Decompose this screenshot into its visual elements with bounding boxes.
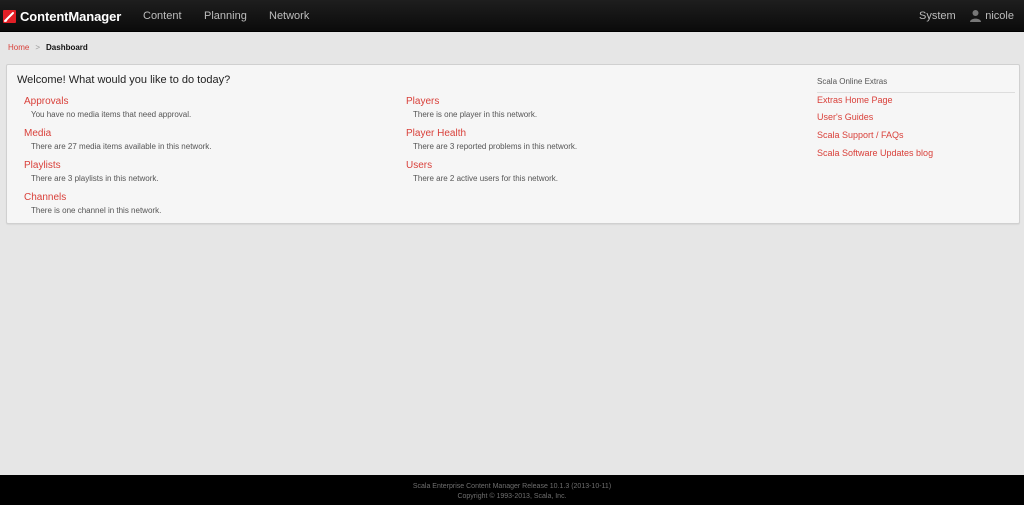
- welcome-heading: Welcome! What would you like to do today…: [17, 74, 231, 86]
- dashboard-item-approvals: Approvals You have no media items that n…: [24, 96, 191, 119]
- footer-copyright: Copyright © 1993-2013, Scala, Inc.: [457, 493, 567, 500]
- players-link[interactable]: Players: [406, 96, 537, 107]
- channels-description: There is one channel in this network.: [31, 206, 162, 215]
- user-icon: [969, 9, 982, 22]
- app-logo[interactable]: ContentManager: [3, 7, 121, 25]
- nav-system[interactable]: System: [919, 10, 956, 22]
- playlists-description: There are 3 playlists in this network.: [31, 174, 159, 183]
- footer: Scala Enterprise Content Manager Release…: [0, 475, 1024, 505]
- player-health-link[interactable]: Player Health: [406, 128, 577, 139]
- players-description: There is one player in this network.: [413, 110, 538, 119]
- nav-network[interactable]: Network: [269, 10, 309, 22]
- dashboard-item-media: Media There are 27 media items available…: [24, 128, 212, 151]
- breadcrumb: Home > Dashboard: [8, 43, 88, 52]
- footer-release: Scala Enterprise Content Manager Release…: [412, 483, 612, 490]
- support-faqs-link[interactable]: Scala Support / FAQs: [817, 130, 904, 140]
- breadcrumb-separator: >: [35, 43, 41, 52]
- breadcrumb-home-link[interactable]: Home: [8, 43, 29, 52]
- users-guides-link[interactable]: User's Guides: [817, 112, 873, 122]
- dashboard-panel: Welcome! What would you like to do today…: [6, 64, 1020, 224]
- users-link[interactable]: Users: [406, 160, 558, 171]
- dashboard-item-player-health: Player Health There are 3 reported probl…: [406, 128, 577, 151]
- media-description: There are 27 media items available in th…: [31, 142, 212, 151]
- username: nicole: [985, 9, 1014, 22]
- playlists-link[interactable]: Playlists: [24, 160, 159, 171]
- channels-link[interactable]: Channels: [24, 192, 161, 203]
- scala-logo-icon: [3, 9, 16, 23]
- app-title: ContentManager: [20, 8, 122, 24]
- dashboard-item-playlists: Playlists There are 3 playlists in this …: [24, 160, 159, 183]
- breadcrumb-current: Dashboard: [46, 43, 88, 52]
- dashboard-item-users: Users There are 2 active users for this …: [406, 160, 558, 183]
- dashboard-item-players: Players There is one player in this netw…: [406, 96, 537, 119]
- nav-content[interactable]: Content: [143, 10, 182, 22]
- extras-heading: Scala Online Extras: [817, 77, 1015, 93]
- users-description: There are 2 active users for this networ…: [413, 174, 558, 183]
- player-health-description: There are 3 reported problems in this ne…: [413, 142, 578, 151]
- extras-home-page-link[interactable]: Extras Home Page: [817, 95, 893, 105]
- approvals-link[interactable]: Approvals: [24, 96, 191, 107]
- user-menu[interactable]: nicole: [969, 9, 1014, 22]
- media-link[interactable]: Media: [24, 128, 212, 139]
- approvals-description: You have no media items that need approv…: [31, 110, 192, 119]
- nav-planning[interactable]: Planning: [204, 10, 247, 22]
- top-navigation-bar: ContentManager Content Planning Network …: [0, 0, 1024, 32]
- software-updates-blog-link[interactable]: Scala Software Updates blog: [817, 148, 933, 158]
- dashboard-item-channels: Channels There is one channel in this ne…: [24, 192, 161, 215]
